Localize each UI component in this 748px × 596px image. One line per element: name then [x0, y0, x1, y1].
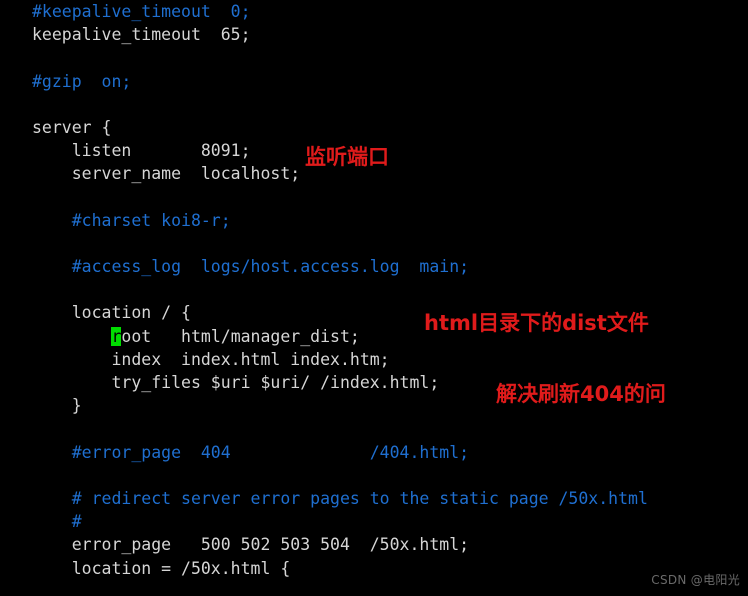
code-line[interactable]: #error_page 404 /404.html;: [32, 441, 748, 464]
code-line[interactable]: #access_log logs/host.access.log main;: [32, 255, 748, 278]
code-line[interactable]: # redirect server error pages to the sta…: [32, 487, 748, 510]
code-text: #error_page 404 /404.html;: [32, 442, 470, 462]
code-text: keepalive_timeout 65;: [32, 25, 251, 45]
code-line[interactable]: [32, 232, 748, 255]
code-line[interactable]: #: [32, 510, 748, 533]
code-line[interactable]: server_name localhost;: [32, 162, 748, 185]
code-text: #keepalive_timeout 0;: [32, 2, 251, 21]
code-line[interactable]: [32, 417, 748, 440]
code-text: location = /50x.html {: [32, 558, 291, 578]
code-text: location / {: [32, 303, 191, 323]
code-line[interactable]: keepalive_timeout 65;: [32, 23, 748, 46]
code-text: error_page 500 502 503 504 /50x.html;: [32, 535, 470, 555]
code-text: #gzip on;: [32, 71, 132, 91]
code-line[interactable]: #gzip on;: [32, 70, 748, 93]
code-line[interactable]: [32, 93, 748, 116]
code-text: oot html/manager_dist;: [121, 326, 360, 346]
code-line[interactable]: root html/manager_dist;: [32, 325, 748, 348]
terminal-window: #keepalive_timeout 0; keepalive_timeout 6…: [0, 0, 748, 596]
code-text: #: [32, 512, 82, 532]
csdn-watermark: CSDN @电阳光: [651, 573, 740, 587]
code-text: #access_log logs/host.access.log main;: [32, 257, 470, 277]
code-line[interactable]: [32, 464, 748, 487]
code-line[interactable]: #keepalive_timeout 0;: [32, 0, 748, 23]
code-line[interactable]: location = /50x.html {: [32, 557, 748, 580]
code-text: listen 8091;: [32, 141, 251, 161]
code-text: index index.html index.htm;: [32, 349, 390, 369]
code-line[interactable]: [32, 46, 748, 69]
code-line[interactable]: location / {: [32, 301, 748, 324]
code-line[interactable]: index index.html index.htm;: [32, 348, 748, 371]
code-text: server_name localhost;: [32, 164, 301, 184]
code-line[interactable]: server {: [32, 116, 748, 139]
code-text: }: [32, 396, 82, 416]
code-line[interactable]: [32, 186, 748, 209]
code-line[interactable]: #charset koi8-r;: [32, 209, 748, 232]
text-cursor: r: [111, 326, 122, 346]
config-file-code[interactable]: #keepalive_timeout 0; keepalive_timeout 6…: [0, 0, 748, 580]
code-line[interactable]: [32, 278, 748, 301]
code-text: #charset koi8-r;: [32, 210, 231, 230]
code-line[interactable]: }: [32, 394, 748, 417]
code-text: try_files $uri $uri/ /index.html;: [32, 373, 440, 392]
code-line[interactable]: try_files $uri $uri/ /index.html;: [32, 371, 748, 394]
code-line[interactable]: listen 8091;: [32, 139, 748, 162]
code-text: server {: [32, 117, 112, 137]
code-line[interactable]: error_page 500 502 503 504 /50x.html;: [32, 533, 748, 556]
code-text: # redirect server error pages to the sta…: [32, 488, 648, 508]
